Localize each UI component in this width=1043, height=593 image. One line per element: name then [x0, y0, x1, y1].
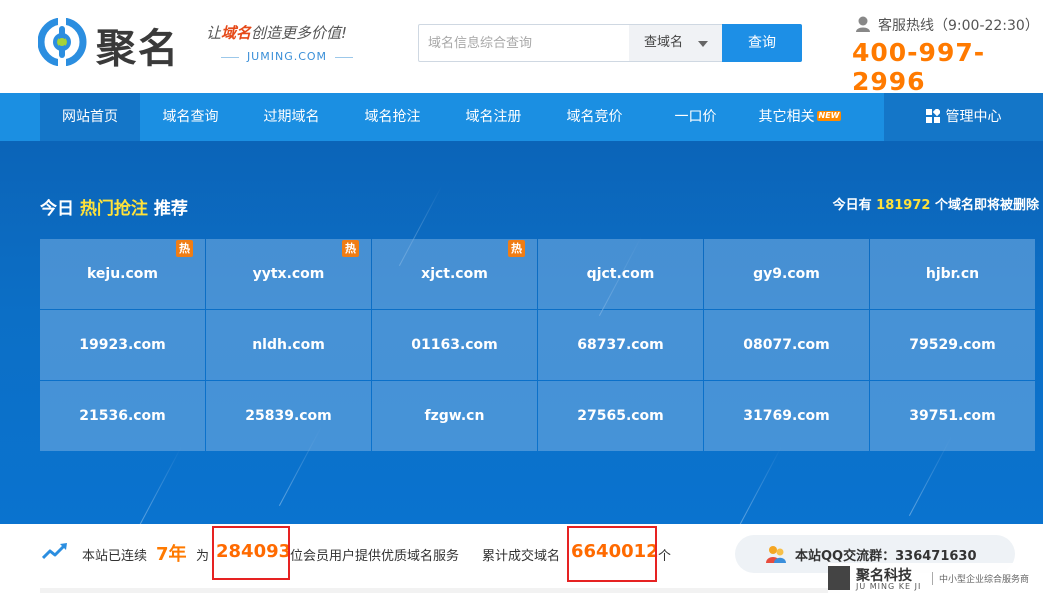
deals-suffix: 个 [658, 549, 672, 564]
slogan: 让域名创造更多价值! [206, 22, 347, 43]
member-count-highlight-box [212, 526, 290, 580]
hot-badge: 热 [342, 240, 359, 257]
stats-prefix: 本站已连续 [82, 549, 148, 564]
domain-name: fzgw.cn [424, 408, 485, 424]
deal-count-highlight-box [567, 526, 657, 582]
slogan-prefix: 让 [206, 24, 222, 42]
content-divider [40, 588, 840, 593]
watermark-subtitle: JU MING KE JI [856, 582, 922, 591]
domain-card[interactable]: fzgw.cn [372, 381, 537, 451]
domain-name: 01163.com [411, 337, 498, 353]
caret-down-icon [698, 41, 708, 47]
nav-item-domain-lookup[interactable]: 域名查询 [140, 93, 241, 141]
main-nav: 网站首页 域名查询 过期域名 域名抢注 域名注册 域名竞价 一口价 其它相关 NE… [0, 93, 1043, 141]
domain-name: 31769.com [743, 408, 830, 424]
domain-card[interactable]: gy9.com [704, 239, 869, 309]
stats-years: 7年 [156, 544, 187, 565]
domain-name: 27565.com [577, 408, 664, 424]
nav-item-other-label: 其它相关 [758, 109, 815, 125]
search-type-select[interactable]: 查域名 [629, 25, 722, 61]
domain-card[interactable]: hjbr.cn [870, 239, 1035, 309]
domain-name: gy9.com [753, 266, 820, 282]
domain-name: xjct.com [421, 266, 488, 282]
hotline-label-text: 客服热线（9:00-22:30） [878, 18, 1039, 34]
domain-card[interactable]: 27565.com [538, 381, 703, 451]
expiring-domains-text[interactable]: 今日有 181972 个域名即将被删除 [833, 194, 1039, 213]
domain-name: 79529.com [909, 337, 996, 353]
search-type-value: 查域名 [644, 35, 684, 50]
domain-tag: JUMING.COM [212, 50, 362, 63]
manage-center-label: 管理中心 [945, 109, 1002, 125]
search-input[interactable] [419, 25, 629, 61]
domain-card[interactable]: 79529.com [870, 310, 1035, 380]
brand-name[interactable]: 聚名 [96, 16, 180, 74]
domain-card[interactable]: 08077.com [704, 310, 869, 380]
domain-name: nldh.com [252, 337, 325, 353]
nav-item-domain-register[interactable]: 域名注册 [443, 93, 544, 141]
watermark-slogan: 中小型企业综合服务商 [932, 572, 1029, 585]
manage-center-button[interactable]: 管理中心 [884, 93, 1043, 141]
stats-for: 为 [196, 549, 210, 564]
members-suffix: 位会员用户提供优质域名服务 [290, 549, 460, 564]
slogan-suffix: 创造更多价值! [251, 24, 348, 42]
slogan-highlight: 域名 [221, 24, 252, 42]
expire-suffix: 个域名即将被删除 [934, 198, 1039, 213]
watermark: 聚名科技 JU MING KE JI 中小型企业综合服务商 [828, 563, 1043, 593]
hot-badge: 热 [508, 240, 525, 257]
nav-item-expired-domains[interactable]: 过期域名 [241, 93, 342, 141]
domain-name: hjbr.cn [925, 266, 980, 282]
domain-card[interactable]: xjct.com 热 [372, 239, 537, 309]
domain-name: 25839.com [245, 408, 332, 424]
domain-card[interactable]: 31769.com [704, 381, 869, 451]
nav-item-domain-backorder[interactable]: 域名抢注 [342, 93, 443, 141]
domain-name: 39751.com [909, 408, 996, 424]
hero-banner: 今日 热门抢注 推荐 今日有 181972 个域名即将被删除 keju.com 热… [0, 141, 1043, 524]
nav-item-home[interactable]: 网站首页 [40, 93, 140, 141]
trend-chart-icon [42, 543, 67, 560]
hot-badge: 热 [176, 240, 193, 257]
watermark-logo-icon [828, 566, 850, 590]
deals-prefix: 累计成交域名 [482, 549, 561, 564]
title-prefix: 今日 [40, 199, 74, 219]
domain-name: 19923.com [79, 337, 166, 353]
domain-card[interactable]: qjct.com [538, 239, 703, 309]
domain-card[interactable]: 68737.com [538, 310, 703, 380]
nav-item-other[interactable]: 其它相关 NEW [746, 93, 854, 141]
hotline-label: 客服热线（9:00-22:30） [856, 15, 1039, 35]
decor-streak [138, 446, 183, 524]
domain-card[interactable]: 25839.com [206, 381, 371, 451]
domain-name: 08077.com [743, 337, 830, 353]
domain-name: 21536.com [79, 408, 166, 424]
domain-name: qjct.com [586, 266, 655, 282]
domain-card[interactable]: 19923.com [40, 310, 205, 380]
expire-count: 181972 [876, 198, 931, 213]
expire-prefix: 今日有 [832, 198, 872, 213]
hotline-number: 400-997-2996 [852, 38, 986, 96]
domain-card[interactable]: 01163.com [372, 310, 537, 380]
users-group-icon [766, 546, 786, 563]
customer-service-icon [856, 16, 870, 32]
search-box: 查域名 查询 [418, 24, 802, 62]
nav-item-fixed-price[interactable]: 一口价 [645, 93, 746, 141]
hot-backorder-title: 今日 热门抢注 推荐 [40, 194, 188, 219]
nav-item-domain-auction[interactable]: 域名竞价 [544, 93, 645, 141]
title-suffix: 推荐 [153, 199, 188, 219]
title-highlight: 热门抢注 [79, 199, 148, 219]
domain-card[interactable]: 39751.com [870, 381, 1035, 451]
qq-group-text: 本站QQ交流群：336471630 [795, 549, 977, 564]
domain-card[interactable]: keju.com 热 [40, 239, 205, 309]
hot-domain-grid: keju.com 热 yytx.com 热 xjct.com 热 qjct.com gy9.c… [40, 239, 1036, 451]
domain-name: 68737.com [577, 337, 664, 353]
domain-card[interactable]: 21536.com [40, 381, 205, 451]
domain-card[interactable]: yytx.com 热 [206, 239, 371, 309]
new-badge: NEW [816, 111, 842, 121]
search-button[interactable]: 查询 [722, 24, 802, 62]
dashboard-icon [925, 109, 940, 123]
domain-name: yytx.com [252, 266, 325, 282]
domain-card[interactable]: nldh.com [206, 310, 371, 380]
site-header: 聚名 让域名创造更多价值! JUMING.COM 查域名 查询 客服热线（9:0… [0, 0, 1043, 96]
domain-name: keju.com [86, 266, 159, 282]
decor-streak [738, 446, 783, 524]
juming-logo-icon[interactable] [38, 18, 92, 66]
